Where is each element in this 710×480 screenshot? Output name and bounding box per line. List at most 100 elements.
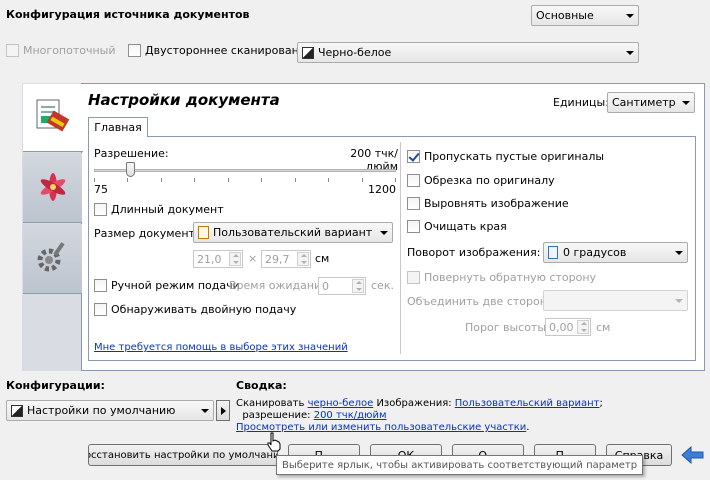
summary-label: Сводка: <box>236 379 287 392</box>
times-sign: × <box>248 252 258 265</box>
bw-page-icon <box>11 404 23 417</box>
chevron-down-icon <box>201 408 209 413</box>
summary-images-link[interactable]: Пользовательский вариант <box>455 398 600 409</box>
custom-size-icon <box>198 226 209 239</box>
double-feed-checkbox[interactable] <box>94 303 107 316</box>
chevron-down-icon <box>380 230 388 235</box>
crop-row[interactable]: Обрезка по оригиналу <box>407 174 555 187</box>
duplex-checkbox[interactable] <box>128 44 141 57</box>
duplex-checkbox-row[interactable]: Двустороннее сканирование <box>128 44 313 57</box>
height-threshold-unit: см <box>596 321 611 334</box>
mode-select-value: Основные <box>536 9 594 22</box>
double-feed-row[interactable]: Обнаруживать двойную подачу <box>94 303 296 316</box>
double-feed-label: Обнаруживать двойную подачу <box>111 303 297 316</box>
merge-label: Объединить две стороны: <box>407 295 560 308</box>
chevron-down-icon <box>626 13 634 18</box>
panel-title: Настройки документа <box>88 91 280 109</box>
rotate-page-icon <box>548 246 558 259</box>
chevron-down-icon <box>675 250 683 255</box>
tab-main[interactable]: Главная <box>88 117 148 137</box>
height-threshold-value: 0,00 <box>549 320 574 334</box>
back-arrow-icon[interactable] <box>680 444 706 466</box>
restore-defaults-button[interactable]: Восстановить настройки по умолчанию <box>88 444 278 466</box>
tab-device[interactable] <box>23 224 82 294</box>
window-title: Конфигурация источника документов <box>6 8 250 21</box>
resolution-label: Разрешение: <box>94 147 169 160</box>
resolution-slider[interactable] <box>94 162 396 182</box>
crop-checkbox[interactable] <box>407 174 420 187</box>
tab-document[interactable] <box>23 84 83 152</box>
tab-image[interactable] <box>23 153 82 223</box>
chevron-down-icon <box>626 50 634 55</box>
spin-arrows-icon[interactable] <box>297 252 309 266</box>
straighten-row[interactable]: Выровнять изображение <box>407 197 569 210</box>
manual-feed-checkbox[interactable] <box>94 279 107 292</box>
doc-size-select[interactable]: Пользовательский вариант <box>193 222 393 243</box>
chevron-down-icon <box>682 100 690 105</box>
units-select[interactable]: Сантиметры <box>607 92 695 113</box>
wait-value: 0 <box>322 279 329 293</box>
configs-label: Конфигурации: <box>6 379 105 392</box>
height-threshold-label: Порог высоты: <box>465 321 550 334</box>
height-stepper[interactable]: 29,7 <box>261 250 311 268</box>
spin-arrows-icon[interactable] <box>577 320 589 334</box>
clean-edges-row[interactable]: Очищать края <box>407 220 507 233</box>
mode-select[interactable]: Основные <box>531 5 639 26</box>
bw-page-icon <box>302 46 314 59</box>
skip-blank-row[interactable]: Пропускать пустые оригиналы <box>407 150 604 163</box>
summary-scan-prefix: Сканировать <box>236 398 305 409</box>
device-gear-icon <box>37 242 65 272</box>
config-menu-button[interactable] <box>216 400 230 421</box>
units-value: Сантиметры <box>612 96 676 109</box>
flip-checkbox[interactable] <box>407 271 420 284</box>
help-link[interactable]: Мне требуется помощь в выборе этих значе… <box>94 342 348 353</box>
flip-row[interactable]: Повернуть обратную сторону <box>407 271 596 284</box>
spin-arrows-icon[interactable] <box>352 279 364 293</box>
tooltip: Выберите ярлык, чтобы активировать соотв… <box>276 455 644 475</box>
clean-edges-label: Очищать края <box>424 220 507 233</box>
multistream-checkbox-row[interactable]: Многопоточный <box>6 44 116 57</box>
hand-cursor-icon <box>267 432 281 452</box>
skip-blank-checkbox[interactable] <box>407 150 420 163</box>
color-mode-value: Черно-белое <box>318 46 392 59</box>
multistream-checkbox[interactable] <box>6 44 19 57</box>
straighten-checkbox[interactable] <box>407 197 420 210</box>
config-select[interactable]: Настройки по умолчанию <box>6 400 214 421</box>
tab-main-label: Главная <box>94 121 142 134</box>
rotation-select[interactable]: 0 градусов <box>543 242 688 263</box>
manual-feed-label: Ручной режим подачи <box>111 279 240 292</box>
wait-stepper[interactable]: 0 <box>318 277 366 295</box>
straighten-label: Выровнять изображение <box>424 197 569 210</box>
chevron-down-icon <box>675 298 683 303</box>
rotation-value: 0 градусов <box>563 246 627 259</box>
merge-select[interactable] <box>543 290 688 311</box>
clean-edges-checkbox[interactable] <box>407 220 420 233</box>
height-threshold-stepper[interactable]: 0,00 <box>545 318 591 336</box>
width-value: 21,0 <box>197 252 222 266</box>
summary-res-prefix: разрешение: <box>242 410 311 421</box>
width-stepper[interactable]: 21,0 <box>193 250 243 268</box>
doc-size-label: Размер документа: <box>94 227 206 240</box>
slider-thumb[interactable] <box>126 162 135 177</box>
rotation-label: Поворот изображения: <box>407 246 541 259</box>
sec-label: сек. <box>371 279 394 292</box>
multistream-label: Многопоточный <box>23 44 116 57</box>
crop-label: Обрезка по оригиналу <box>424 174 555 187</box>
duplex-label: Двустороннее сканирование <box>145 44 313 57</box>
summary-semicolon: ; <box>599 398 603 409</box>
summary-scan-link[interactable]: черно-белое <box>308 398 374 409</box>
summary-images-prefix: Изображения: <box>376 398 452 409</box>
play-arrow-icon <box>220 406 226 415</box>
manual-feed-row[interactable]: Ручной режим подачи <box>94 279 240 292</box>
long-doc-checkbox[interactable] <box>94 203 107 216</box>
flip-label: Повернуть обратную сторону <box>424 271 597 284</box>
skip-blank-label: Пропускать пустые оригиналы <box>424 150 605 163</box>
summary-text: Сканировать черно-белое Изображения: Пол… <box>236 398 676 434</box>
long-doc-label: Длинный документ <box>111 203 224 216</box>
summary-res-link[interactable]: 200 тчк/дюйм <box>314 410 387 421</box>
wait-label: Время ожидания: <box>229 279 332 292</box>
color-mode-select[interactable]: Черно-белое <box>297 42 639 63</box>
spin-arrows-icon[interactable] <box>229 252 241 266</box>
long-doc-row[interactable]: Длинный документ <box>94 203 224 216</box>
document-settings-icon <box>36 99 70 132</box>
